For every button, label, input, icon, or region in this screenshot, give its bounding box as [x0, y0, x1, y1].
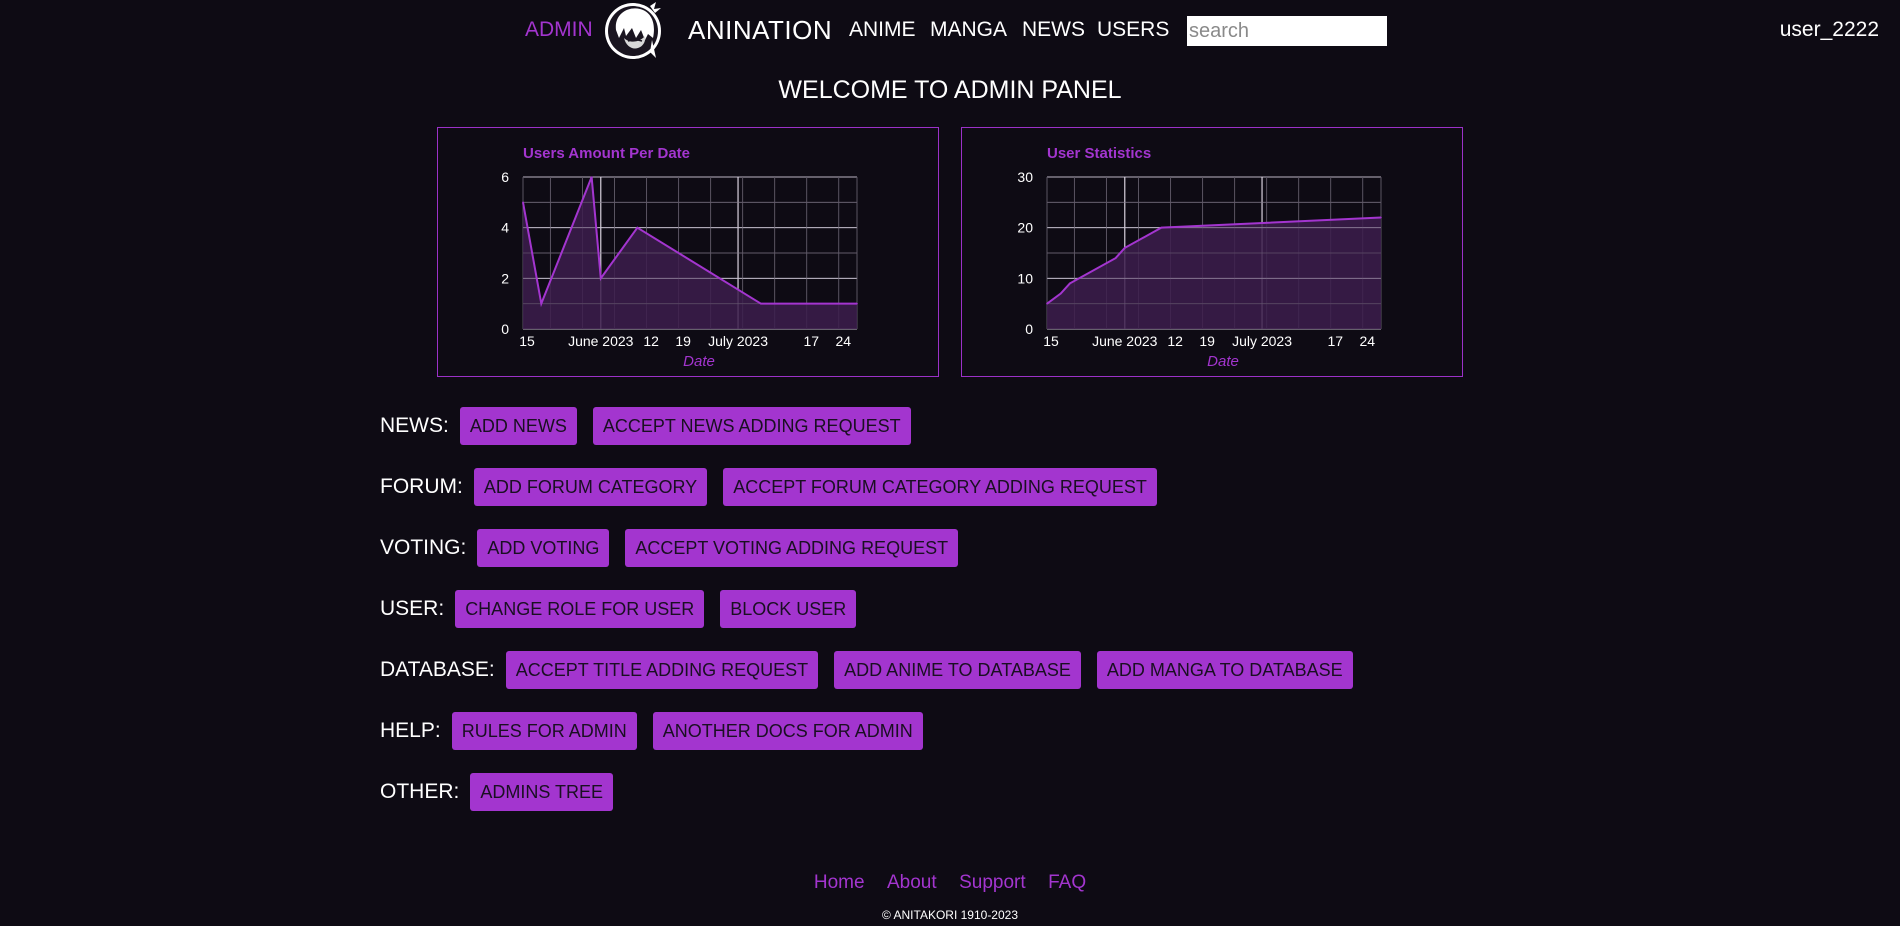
chart-title: User Statistics [1047, 145, 1151, 162]
section-row-news: NEWS: ADD NEWS ACCEPT NEWS ADDING REQUEST [380, 406, 927, 446]
users-amount-chart: Users Amount Per Date 0 2 4 6 15 June 2023 12 19… [437, 127, 939, 377]
x-tick-label: 17 [1327, 333, 1343, 349]
data-point [1046, 302, 1048, 305]
x-tick-label: 15 [519, 333, 535, 349]
nav-admin-link[interactable]: ADMIN [525, 18, 593, 42]
x-axis-label: Date [683, 353, 715, 370]
y-tick-label: 2 [501, 270, 509, 286]
add-news-button[interactable]: ADD NEWS [459, 407, 577, 445]
data-point [540, 302, 543, 305]
section-label: DATABASE: [380, 658, 495, 681]
add-forum-category-button[interactable]: ADD FORUM CATEGORY [473, 468, 708, 506]
x-tick-label: 19 [1199, 333, 1215, 349]
change-role-for-user-button[interactable]: CHANGE ROLE FOR USER [455, 590, 705, 628]
x-tick-label: 24 [835, 333, 851, 349]
footer-link-home[interactable]: Home [814, 872, 865, 893]
section-row-user: USER: CHANGE ROLE FOR USER BLOCK USER [380, 589, 872, 629]
add-manga-to-database-button[interactable]: ADD MANGA TO DATABASE [1096, 651, 1353, 689]
nav-link-users[interactable]: USERS [1097, 18, 1169, 42]
copyright: © ANITAKORI 1910-2023 [881, 908, 1019, 922]
user-statistics-chart: User Statistics 0 10 20 30 15 June 2023 12 19 Jul… [961, 127, 1463, 377]
data-point [1114, 257, 1117, 259]
anime-girl-logo-icon[interactable] [604, 0, 664, 62]
data-point [1069, 282, 1071, 285]
brand-name[interactable]: ANINATION [688, 15, 832, 46]
y-tick-label: 4 [501, 220, 509, 236]
chart-svg: User Statistics 0 10 20 30 15 June 2023 12 19 Jul… [1017, 145, 1382, 370]
section-label: OTHER: [380, 780, 460, 803]
chart-title: Users Amount Per Date [523, 145, 690, 162]
y-tick-label: 0 [1025, 321, 1033, 337]
section-row-other: OTHER: ADMINS TREE [380, 772, 629, 812]
section-label: NEWS: [380, 414, 449, 437]
search-input[interactable] [1187, 16, 1387, 46]
data-point [590, 176, 593, 178]
y-tick-label: 20 [1017, 220, 1033, 236]
x-tick-label: 12 [1167, 333, 1183, 349]
data-point [636, 226, 639, 229]
accept-title-adding-request-button[interactable]: ACCEPT TITLE ADDING REQUEST [505, 651, 819, 689]
section-label: USER: [380, 597, 445, 620]
data-point [1380, 216, 1382, 219]
x-tick-label: June 2023 [1092, 333, 1158, 349]
footer-links: Home About Support FAQ [0, 872, 1900, 894]
footer-link-about[interactable]: About [887, 872, 937, 893]
data-point [856, 302, 858, 305]
rules-for-admin-button[interactable]: RULES FOR ADMIN [451, 712, 637, 750]
x-tick-label: July 2023 [1232, 333, 1292, 349]
accept-forum-category-adding-request-button[interactable]: ACCEPT FORUM CATEGORY ADDING REQUEST [723, 468, 1157, 506]
x-tick-label: 17 [803, 333, 819, 349]
accept-news-adding-request-button[interactable]: ACCEPT NEWS ADDING REQUEST [592, 407, 911, 445]
x-tick-label: June 2023 [568, 333, 634, 349]
data-point [1160, 226, 1163, 229]
data-point [599, 277, 602, 280]
section-row-voting: VOTING: ADD VOTING ACCEPT VOTING ADDING RE… [380, 528, 974, 568]
another-docs-for-admin-button[interactable]: ANOTHER DOCS FOR ADMIN [652, 712, 923, 750]
data-point [1059, 292, 1062, 295]
section-label: VOTING: [380, 536, 467, 559]
nav-link-manga[interactable]: MANGA [930, 18, 1007, 42]
data-point [760, 302, 762, 305]
block-user-button[interactable]: BLOCK USER [720, 590, 857, 628]
page-title: WELCOME TO ADMIN PANEL [778, 76, 1122, 104]
data-point [522, 201, 524, 204]
x-tick-label: 12 [643, 333, 659, 349]
nav-link-news[interactable]: NEWS [1022, 18, 1085, 42]
series-area [1047, 217, 1381, 329]
x-tick-label: 15 [1043, 333, 1059, 349]
x-tick-label: 24 [1359, 333, 1375, 349]
add-voting-button[interactable]: ADD VOTING [477, 529, 610, 567]
section-row-help: HELP: RULES FOR ADMIN ANOTHER DOCS FOR ADM… [380, 711, 939, 751]
nav-link-anime[interactable]: ANIME [849, 18, 916, 42]
chart-svg: Users Amount Per Date024615 June 2023 12 19… [501, 145, 858, 370]
x-axis-label: Date [1207, 353, 1239, 370]
section-label: FORUM: [380, 475, 463, 498]
footer-link-faq[interactable]: FAQ [1048, 872, 1086, 893]
footer-link-support[interactable]: Support [959, 872, 1026, 893]
user-menu[interactable]: user_2222 [1780, 18, 1879, 42]
add-anime-to-database-button[interactable]: ADD ANIME TO DATABASE [834, 651, 1081, 689]
y-tick-label: 6 [501, 169, 509, 185]
x-tick-label: 19 [675, 333, 691, 349]
x-tick-label: July 2023 [708, 333, 768, 349]
y-tick-label: 10 [1017, 270, 1033, 286]
section-row-database: DATABASE: ACCEPT TITLE ADDING REQUEST ADD … [380, 650, 1369, 690]
y-tick-label: 30 [1017, 169, 1033, 185]
data-point [1123, 247, 1126, 249]
y-tick-label: 0 [501, 321, 509, 337]
top-navigation: ADMIN ANINATION ANIME MANGA NEWS USERS u… [0, 0, 1900, 62]
accept-voting-adding-request-button[interactable]: ACCEPT VOTING ADDING REQUEST [625, 529, 959, 567]
section-label: HELP: [380, 719, 441, 742]
admins-tree-button[interactable]: ADMINS TREE [470, 773, 614, 811]
section-row-forum: FORUM: ADD FORUM CATEGORY ACCEPT FORUM CAT… [380, 467, 1173, 507]
